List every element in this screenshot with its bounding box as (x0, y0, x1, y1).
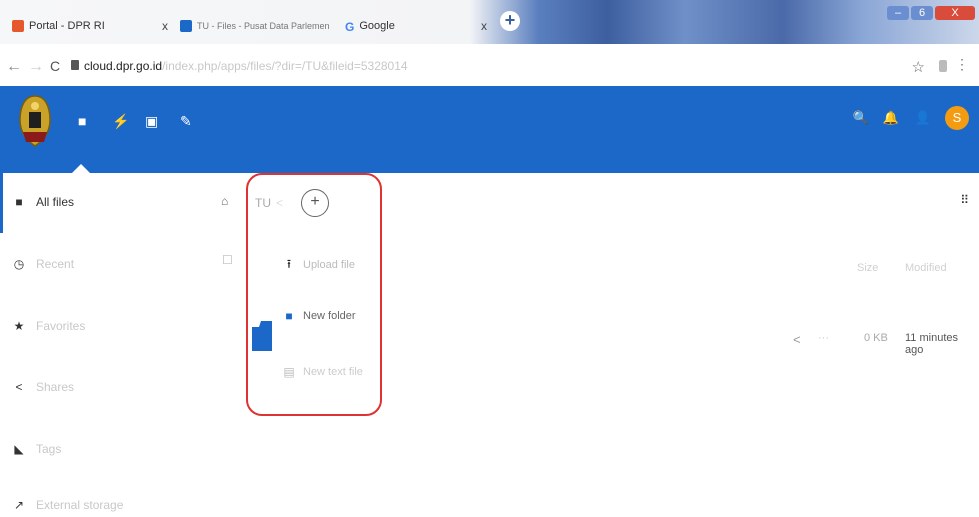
modified-time: 11 minutes ago (905, 332, 958, 356)
upload-icon: ⭱ (286, 256, 292, 271)
sidebar-item-label: Recent (36, 257, 75, 271)
app-header: ■ ⚡ ▣ ✎ 🔍 🔔 👤 S (0, 86, 979, 173)
checkbox-icon[interactable]: ☐ (222, 253, 233, 267)
folder-icon: ■ (15, 195, 23, 209)
address-bar: ← → C cloud.dpr.go.id/index.php/apps/fil… (0, 44, 979, 86)
menu-item-label: Upload file (303, 259, 355, 271)
browser-menu-icon[interactable]: ⋮ (955, 56, 969, 73)
sidebar-item-external-storage[interactable]: ↗ External storage (12, 493, 123, 517)
tab-title: Google (359, 20, 395, 32)
external-link-icon: ↗ (13, 498, 25, 512)
column-header-modified[interactable]: Modified (905, 262, 947, 274)
sidebar-item-all-files[interactable]: ■ All files (12, 190, 74, 214)
bookmark-star-icon[interactable]: ☆ (912, 58, 925, 76)
sidebar: ■ All files ◷ Recent ★ Favorites < Share… (0, 173, 240, 513)
reload-icon[interactable]: C (50, 58, 60, 74)
files-app-icon[interactable]: ■ (78, 113, 86, 129)
clock-icon: ◷ (13, 257, 25, 271)
user-avatar[interactable]: S (945, 106, 969, 130)
back-arrow-icon[interactable]: ← (6, 58, 22, 76)
url-field[interactable]: cloud.dpr.go.id/index.php/apps/files/?di… (84, 59, 408, 73)
nextcloud-favicon-icon (180, 20, 192, 32)
grid-view-icon[interactable]: ⠿ (960, 193, 969, 207)
text-file-icon: ▤ (283, 365, 295, 379)
dpr-logo[interactable] (14, 92, 56, 150)
file-size: 0 KB (864, 332, 888, 344)
notifications-bell-icon[interactable]: 🔔 (883, 110, 899, 126)
close-window-button[interactable]: X (935, 6, 975, 20)
maximize-button[interactable]: 6 (911, 6, 933, 20)
share-icon[interactable]: < (793, 332, 801, 347)
sidebar-item-label: External storage (36, 498, 124, 512)
upload-file-menu-item[interactable]: ⭱ Upload file (283, 255, 355, 275)
extension-icon[interactable] (939, 60, 947, 72)
lock-icon (71, 60, 79, 70)
notes-app-icon[interactable]: ✎ (180, 113, 192, 130)
active-app-caret (72, 164, 90, 173)
browser-tab-files[interactable]: TU - Files - Pusat Data Parlemen (180, 14, 335, 38)
more-actions-icon[interactable]: ··· (818, 332, 829, 344)
column-header-size[interactable]: Size (857, 262, 878, 274)
star-icon: ★ (13, 319, 25, 333)
sidebar-item-recent[interactable]: ◷ Recent (12, 252, 74, 276)
menu-item-label: New text file (303, 366, 363, 378)
tab-title: TU - Files - Pusat Data Parlemen (197, 21, 330, 31)
sidebar-item-shares[interactable]: < Shares (12, 375, 74, 399)
browser-tab-portal[interactable]: Portal - DPR RI x (12, 14, 172, 38)
folder-icon: ■ (285, 309, 293, 323)
gallery-app-icon[interactable]: ▣ (145, 113, 158, 130)
url-domain: cloud.dpr.go.id (84, 59, 163, 73)
new-text-file-menu-item[interactable]: ▤ New text file (283, 362, 363, 382)
share-icon: < (15, 380, 23, 394)
tab-title: Portal - DPR RI (29, 20, 105, 32)
minimize-button[interactable]: – (887, 6, 909, 20)
window-controls: – 6 X (885, 6, 975, 20)
sidebar-item-label: Tags (36, 442, 62, 456)
menu-item-label: New folder (303, 310, 356, 322)
sidebar-item-tags[interactable]: ◣ Tags (12, 437, 61, 461)
new-folder-menu-item[interactable]: ■ New folder (283, 306, 356, 326)
contacts-icon[interactable]: 👤 (915, 110, 931, 126)
url-path: /index.php/apps/files/?dir=/TU&fileid=53… (162, 59, 408, 73)
portal-favicon-icon (12, 20, 24, 32)
browser-tab-google[interactable]: G Google x (345, 14, 495, 38)
sidebar-item-label: Favorites (36, 319, 86, 333)
activity-app-icon[interactable]: ⚡ (112, 113, 129, 130)
tab-close-icon[interactable]: x (481, 19, 487, 33)
search-icon[interactable]: 🔍 (853, 110, 869, 126)
sidebar-item-label: All files (36, 195, 75, 209)
active-item-indicator (0, 173, 3, 233)
new-tab-button[interactable]: + (500, 11, 520, 31)
tag-icon: ◣ (14, 442, 24, 456)
sidebar-item-label: Shares (36, 380, 75, 394)
tab-close-icon[interactable]: x (162, 19, 168, 33)
forward-arrow-icon[interactable]: → (28, 58, 44, 76)
home-icon[interactable]: ⌂ (221, 194, 228, 208)
browser-tab-strip: Portal - DPR RI x TU - Files - Pusat Dat… (0, 0, 979, 44)
sidebar-item-favorites[interactable]: ★ Favorites (12, 314, 86, 338)
google-favicon-icon: G (345, 20, 355, 34)
